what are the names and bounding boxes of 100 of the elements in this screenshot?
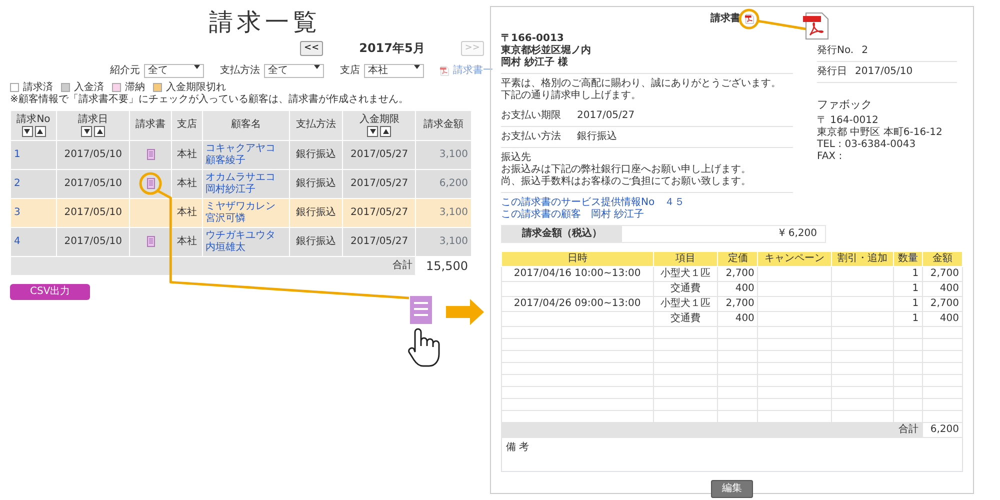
address-line: 岡村 紗江子 様 [501, 57, 569, 69]
table-cell: 本社 [176, 236, 197, 247]
invoice-link[interactable]: この請求書のサービス提供情報No ４５ [501, 197, 685, 208]
total-value: 6,200 [930, 424, 959, 435]
table-cell: 2017/05/10 [64, 236, 122, 247]
field-value: 銀行振込 [577, 131, 617, 143]
table-cell: 3,100 [439, 236, 468, 247]
table-cell: 400 [940, 283, 959, 294]
right-arrow-icon [446, 299, 484, 325]
csv-export-button[interactable]: CSV出力 [10, 284, 90, 300]
table-cell: 小型犬１匹 [660, 298, 710, 309]
row-number-link[interactable]: 2 [14, 178, 20, 189]
column-header: 支店 [176, 119, 197, 130]
table-cell: 2,700 [726, 298, 754, 309]
row-number-link[interactable]: 3 [14, 206, 20, 218]
table-cell: 本社 [176, 148, 197, 160]
legend-label: 入金期限切れ [166, 82, 226, 94]
column-header: 割引・追加 [838, 253, 888, 264]
customer-kana-link[interactable]: ウチガキユウタ [206, 230, 286, 242]
customer-name-link[interactable]: 宮沢可憐 [206, 212, 286, 225]
page-title: 請求一覧 [209, 8, 321, 37]
table-cell: 交通費 [670, 283, 700, 294]
sort-descending-button[interactable] [22, 126, 32, 137]
sort-descending-button[interactable] [81, 126, 92, 137]
bank-note-line: お振込みは下記の弊社銀行口座へお願い申し上げます。 [501, 164, 752, 176]
table-cell: 3,100 [439, 206, 468, 218]
table-cell: 2,700 [726, 268, 754, 279]
table-cell: 1 [912, 283, 919, 294]
caret-down-icon [414, 64, 420, 69]
column-header: 顧客名 [230, 119, 261, 130]
table-cell: 2017/05/27 [350, 178, 408, 189]
sort-ascending-button[interactable] [380, 126, 392, 137]
table-cell: 2017/05/27 [350, 206, 408, 218]
table-cell: 1 [912, 268, 919, 279]
amount-value: ¥ 6,200 [778, 228, 817, 239]
field-value: 2017/05/27 [577, 110, 635, 122]
field-label: お支払い方法 [501, 131, 561, 143]
legend-label: 入金済 [74, 82, 104, 94]
column-header: 日時 [567, 253, 588, 264]
company-info-line: TEL : 03-6384-0043 [817, 139, 917, 151]
table-cell: 交通費 [670, 313, 700, 324]
pdf-icon[interactable] [744, 14, 754, 24]
sort-descending-button[interactable] [367, 126, 378, 137]
table-cell: 銀行振込 [296, 236, 336, 247]
total-label: 合計 [392, 260, 412, 271]
pdf-icon[interactable] [440, 66, 449, 76]
filter-select[interactable]: 全て [264, 64, 324, 78]
filter-select[interactable]: 本社 [364, 64, 424, 78]
table-cell: 2017/05/10 [64, 206, 122, 218]
customer-name-link[interactable]: 岡村紗江子 [206, 184, 286, 196]
table-cell: 小型犬１匹 [660, 268, 710, 279]
caret-down-icon [314, 64, 320, 69]
amount-label: 請求金額（税込） [502, 226, 622, 242]
table-cell: 2017/05/27 [350, 236, 408, 247]
triangle-down-icon [24, 128, 30, 134]
month-label: 2017年5月 [359, 41, 425, 56]
column-header: 定価 [728, 253, 748, 264]
filter-select[interactable]: 全て [144, 64, 204, 78]
leader-line [758, 20, 806, 30]
customer-kana-link[interactable]: コキャクアヤコ [206, 142, 286, 155]
company-info-line: 東京都 中野区 本町6-16-12 [817, 127, 944, 139]
company-info-line: FAX : [817, 151, 844, 163]
table-cell: 銀行振込 [296, 178, 336, 189]
invoice-link[interactable]: この請求書の顧客 岡村 紗江子 [501, 209, 644, 220]
row-number-link[interactable]: 4 [14, 236, 20, 247]
row-number-link[interactable]: 1 [14, 148, 20, 160]
column-header: 請求金額 [424, 119, 464, 130]
note-text: ※顧客情報で「請求書不要」にチェックが入っている顧客は、請求書が作成されません。 [10, 94, 410, 106]
edit-button[interactable]: 編集 [711, 480, 753, 498]
hand-pointer-icon [408, 328, 440, 367]
customer-name-link[interactable]: 内垣雄太 [206, 242, 286, 254]
table-cell: 本社 [176, 206, 197, 218]
remarks-label: 備 考 [506, 442, 530, 453]
triangle-down-icon [84, 128, 90, 134]
customer-kana-link[interactable]: オカムラサエコ [206, 172, 286, 184]
table-cell: 2017/05/27 [350, 148, 408, 160]
table-cell: 400 [735, 313, 754, 324]
filter-label: 支払方法 [220, 64, 260, 77]
customer-kana-link[interactable]: ミヤザワカレン [206, 200, 286, 213]
legend-label: 請求済 [23, 82, 53, 94]
field-label: 発行No. [817, 45, 854, 57]
customer-name-link[interactable]: 顧客綾子 [206, 154, 286, 167]
table-cell: 3,100 [439, 148, 468, 160]
greeting-line: 平素は、格別のご高配に賜わり、誠にありがとうございます。 [501, 78, 782, 90]
bank-note-line: 尚、振込手数料はお客様のご負担にてお願い致します。 [501, 176, 752, 188]
table-cell: 2017/05/10 [64, 148, 122, 160]
triangle-down-icon [370, 128, 376, 134]
company-info-line: 〒 164-0012 [817, 115, 880, 126]
caret-down-icon [194, 64, 200, 69]
triangle-up-icon [96, 128, 103, 134]
column-header: 項目 [675, 253, 696, 264]
table-cell: 2017/05/10 [64, 178, 122, 189]
field-label: 発行日 [817, 66, 847, 78]
address-line: 〒166-0013 [501, 33, 565, 44]
sort-ascending-button[interactable] [34, 126, 46, 137]
company-name: ファボック [817, 99, 873, 111]
sort-ascending-button[interactable] [94, 126, 106, 137]
table-cell: 2017/04/26 09:00~13:00 [514, 298, 641, 309]
previous-month-button[interactable]: << [300, 40, 324, 56]
triangle-up-icon [382, 128, 389, 134]
